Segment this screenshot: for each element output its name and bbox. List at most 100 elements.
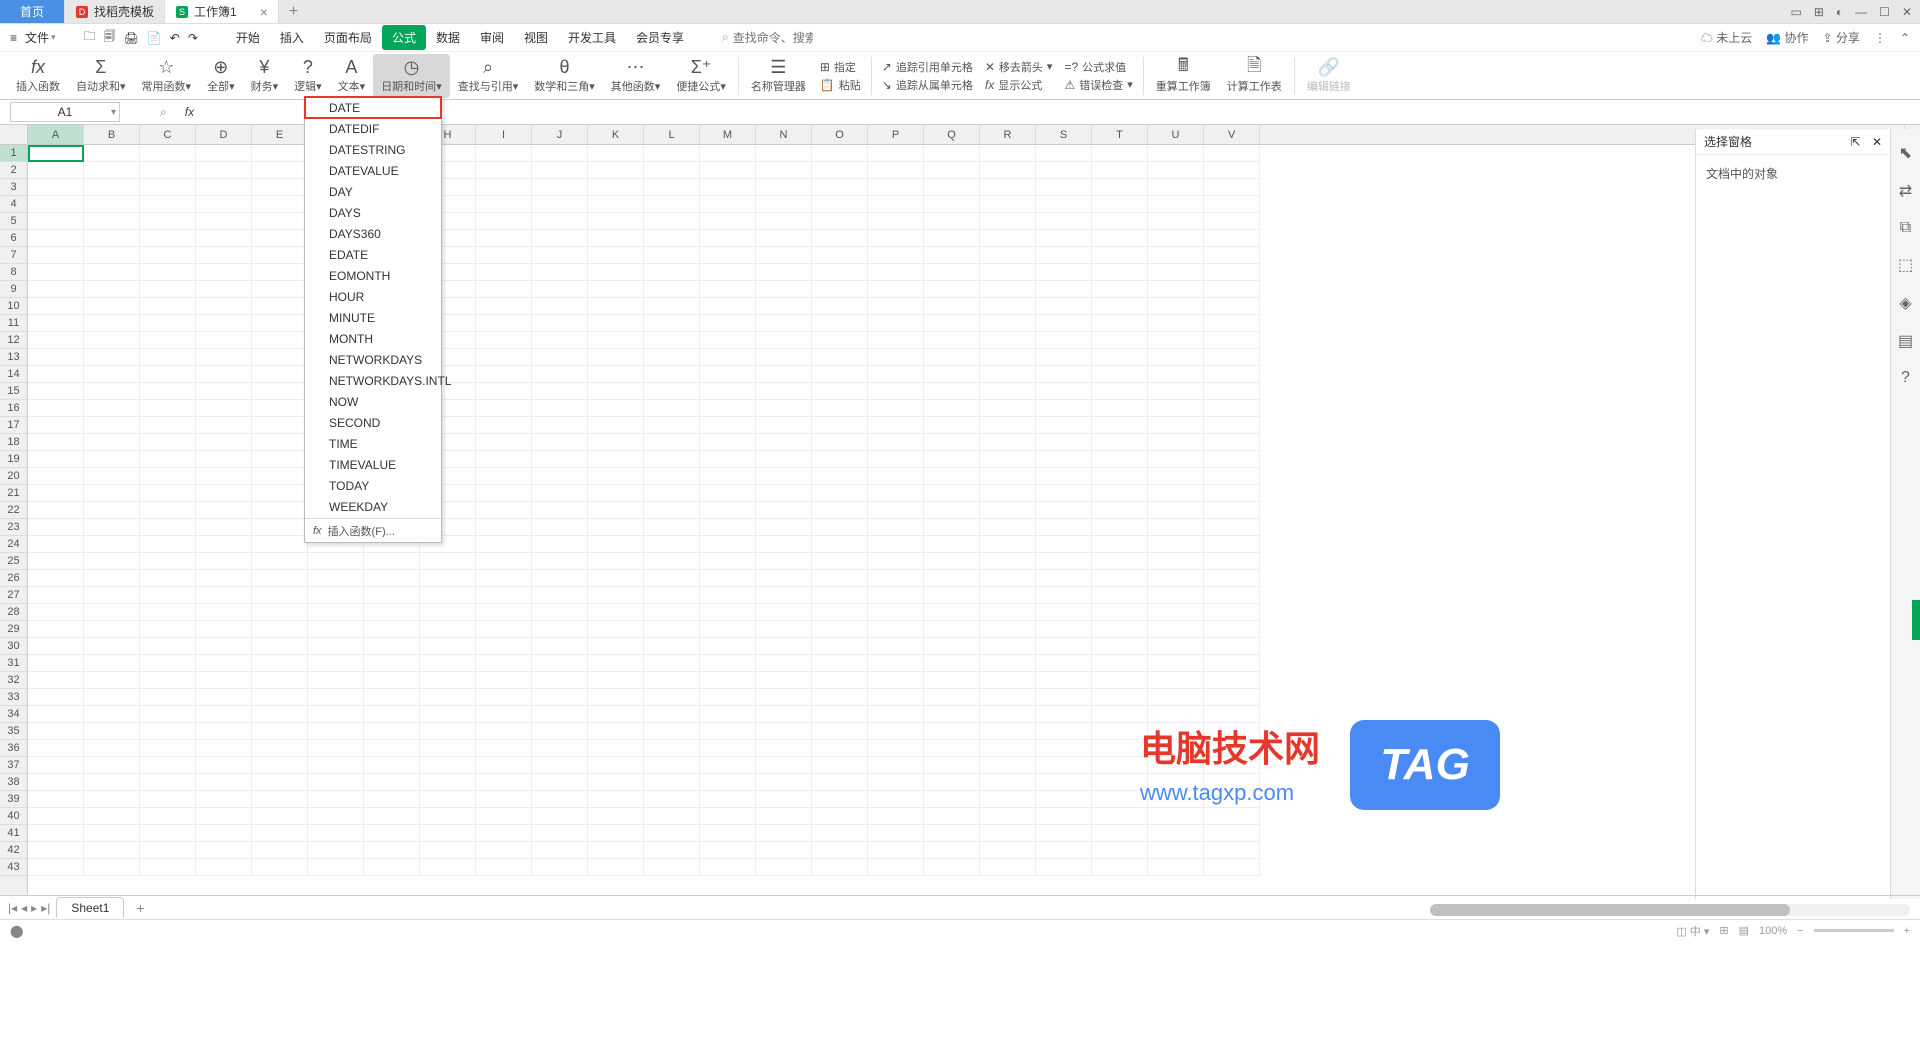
cell[interactable] bbox=[140, 740, 196, 757]
cell[interactable] bbox=[140, 519, 196, 536]
cell[interactable] bbox=[196, 332, 252, 349]
cell[interactable] bbox=[140, 264, 196, 281]
cell[interactable] bbox=[28, 196, 84, 213]
cell[interactable] bbox=[476, 672, 532, 689]
cell[interactable] bbox=[1204, 298, 1260, 315]
cell[interactable] bbox=[980, 417, 1036, 434]
cell[interactable] bbox=[140, 485, 196, 502]
cell[interactable] bbox=[1036, 621, 1092, 638]
cell[interactable] bbox=[532, 689, 588, 706]
row-head[interactable]: 11 bbox=[0, 315, 27, 332]
zoom-in-icon[interactable]: + bbox=[1904, 925, 1910, 937]
col-head[interactable]: S bbox=[1036, 125, 1092, 144]
coop-button[interactable]: 👥 协作 bbox=[1766, 29, 1808, 46]
cell[interactable] bbox=[1148, 485, 1204, 502]
col-head[interactable]: L bbox=[644, 125, 700, 144]
cell[interactable] bbox=[588, 706, 644, 723]
cell[interactable] bbox=[868, 859, 924, 876]
cell[interactable] bbox=[1204, 587, 1260, 604]
cell[interactable] bbox=[700, 230, 756, 247]
col-head[interactable]: U bbox=[1148, 125, 1204, 144]
cell[interactable] bbox=[532, 655, 588, 672]
cell[interactable] bbox=[644, 196, 700, 213]
cell[interactable] bbox=[140, 298, 196, 315]
cell[interactable] bbox=[924, 604, 980, 621]
cell[interactable] bbox=[644, 808, 700, 825]
cell[interactable] bbox=[812, 485, 868, 502]
cell[interactable] bbox=[1204, 825, 1260, 842]
cell[interactable] bbox=[252, 842, 308, 859]
cell[interactable] bbox=[84, 162, 140, 179]
settings-icon[interactable]: ⇄ bbox=[1899, 181, 1912, 201]
cell[interactable] bbox=[476, 145, 532, 162]
cell[interactable] bbox=[980, 859, 1036, 876]
cell[interactable] bbox=[644, 485, 700, 502]
cell[interactable] bbox=[196, 570, 252, 587]
cell[interactable] bbox=[1204, 757, 1260, 774]
cell[interactable] bbox=[588, 332, 644, 349]
cell[interactable] bbox=[532, 264, 588, 281]
row-head[interactable]: 29 bbox=[0, 621, 27, 638]
cell[interactable] bbox=[140, 247, 196, 264]
cell[interactable] bbox=[84, 638, 140, 655]
cell[interactable] bbox=[644, 332, 700, 349]
cell[interactable] bbox=[588, 451, 644, 468]
col-head[interactable]: O bbox=[812, 125, 868, 144]
file-menu[interactable]: 文件▾ bbox=[25, 29, 56, 46]
ribbon-recalc-sheet[interactable]: 🗎计算工作表 bbox=[1219, 54, 1290, 98]
cell[interactable] bbox=[28, 247, 84, 264]
row-head[interactable]: 22 bbox=[0, 502, 27, 519]
cell[interactable] bbox=[1204, 519, 1260, 536]
cell[interactable] bbox=[476, 587, 532, 604]
cell[interactable] bbox=[28, 417, 84, 434]
cell[interactable] bbox=[1092, 213, 1148, 230]
insert-function-link[interactable]: fx插入函数(F)... bbox=[305, 520, 441, 542]
cell[interactable] bbox=[980, 247, 1036, 264]
cell[interactable] bbox=[84, 842, 140, 859]
cell[interactable] bbox=[1036, 264, 1092, 281]
dropdown-item[interactable]: TODAY bbox=[305, 475, 441, 496]
cell[interactable] bbox=[28, 757, 84, 774]
cell[interactable] bbox=[700, 332, 756, 349]
cell[interactable] bbox=[1092, 638, 1148, 655]
cell[interactable] bbox=[700, 825, 756, 842]
cell[interactable] bbox=[1036, 672, 1092, 689]
cell[interactable] bbox=[308, 621, 364, 638]
cell[interactable] bbox=[532, 349, 588, 366]
cell[interactable] bbox=[812, 655, 868, 672]
cell[interactable] bbox=[140, 655, 196, 672]
panel-icon[interactable]: ▤ bbox=[1898, 331, 1913, 351]
cell[interactable] bbox=[196, 842, 252, 859]
cell[interactable] bbox=[1036, 281, 1092, 298]
cell[interactable] bbox=[196, 213, 252, 230]
cell[interactable] bbox=[1036, 179, 1092, 196]
ribbon-insert-fn[interactable]: fx插入函数 bbox=[8, 54, 68, 98]
cell[interactable] bbox=[140, 672, 196, 689]
cell[interactable] bbox=[980, 264, 1036, 281]
cell[interactable] bbox=[28, 553, 84, 570]
cell[interactable] bbox=[924, 587, 980, 604]
cell[interactable] bbox=[1204, 281, 1260, 298]
cell[interactable] bbox=[980, 213, 1036, 230]
row-head[interactable]: 20 bbox=[0, 468, 27, 485]
cell[interactable] bbox=[812, 145, 868, 162]
cell[interactable] bbox=[812, 604, 868, 621]
cell[interactable] bbox=[924, 791, 980, 808]
cell[interactable] bbox=[308, 689, 364, 706]
cell[interactable] bbox=[756, 621, 812, 638]
cell[interactable] bbox=[196, 179, 252, 196]
close-window-icon[interactable]: ✕ bbox=[1902, 5, 1912, 19]
cell[interactable] bbox=[588, 468, 644, 485]
cell[interactable] bbox=[1204, 808, 1260, 825]
dropdown-item[interactable]: NETWORKDAYS bbox=[305, 349, 441, 370]
dropdown-item[interactable]: DAY bbox=[305, 181, 441, 202]
cell[interactable] bbox=[140, 434, 196, 451]
cell[interactable] bbox=[252, 383, 308, 400]
ribbon-finance[interactable]: ¥财务▾ bbox=[243, 54, 287, 98]
cell[interactable] bbox=[756, 485, 812, 502]
cell[interactable] bbox=[1204, 553, 1260, 570]
cell[interactable] bbox=[980, 706, 1036, 723]
cell[interactable] bbox=[252, 808, 308, 825]
cell[interactable] bbox=[1036, 230, 1092, 247]
cell[interactable] bbox=[1204, 213, 1260, 230]
